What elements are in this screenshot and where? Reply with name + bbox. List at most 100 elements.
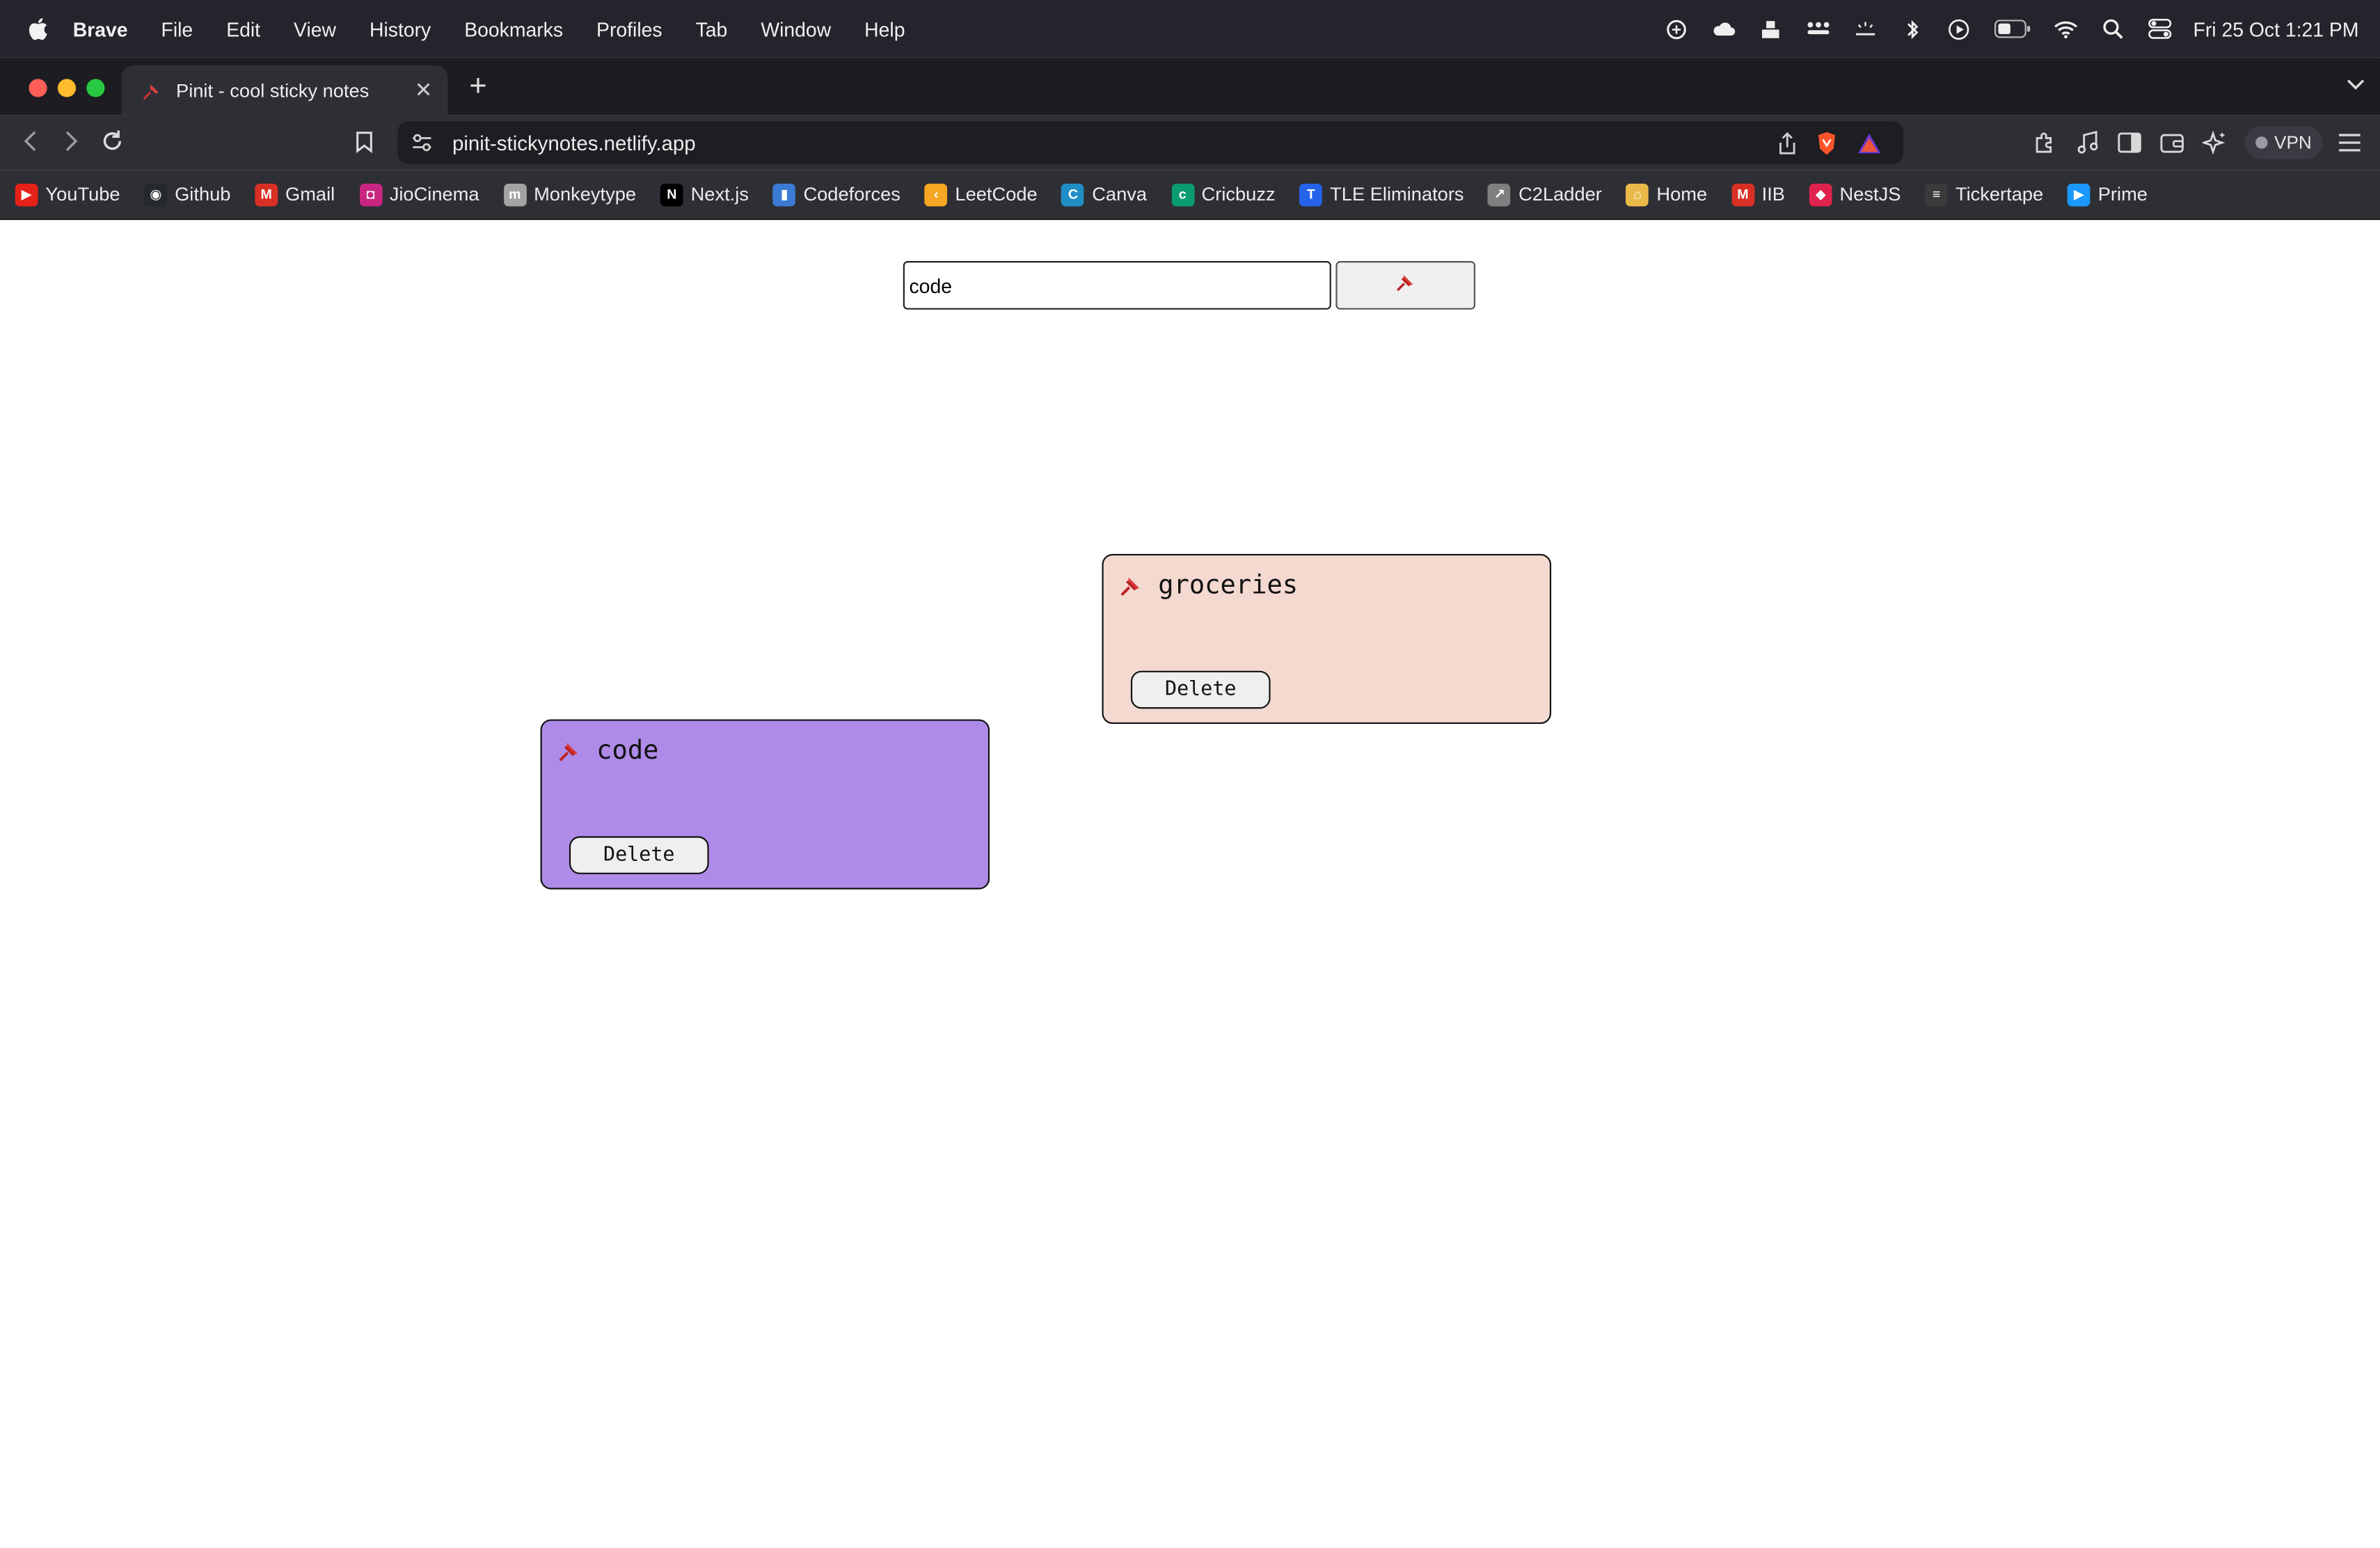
wallet-icon[interactable] bbox=[2157, 127, 2188, 158]
bookmark-gmail[interactable]: M Gmail bbox=[255, 182, 335, 206]
bookmark-label: Prime bbox=[2097, 183, 2148, 205]
hamburger-menu-icon[interactable] bbox=[2335, 127, 2365, 158]
leetcode-icon: ‹ bbox=[924, 182, 948, 206]
bookmark-canva[interactable]: C Canva bbox=[1061, 182, 1148, 206]
close-window-button[interactable] bbox=[29, 79, 47, 97]
brightness-icon[interactable] bbox=[1853, 17, 1878, 41]
bookmark-label: YouTube bbox=[45, 183, 120, 205]
bookmark-tickertape[interactable]: ≡ Tickertape bbox=[1925, 182, 2044, 206]
control-center-icon[interactable] bbox=[2148, 17, 2172, 41]
dots-icon[interactable] bbox=[1806, 17, 1830, 41]
bookmark-github[interactable]: ◉ Github bbox=[144, 182, 231, 206]
bookmark-prime[interactable]: ▶ Prime bbox=[2068, 182, 2148, 206]
bookmark-codeforces[interactable]: ▮ Codeforces bbox=[772, 182, 901, 206]
vpn-button[interactable]: VPN bbox=[2245, 125, 2323, 159]
window-controls bbox=[29, 79, 115, 97]
menu-help[interactable]: Help bbox=[864, 17, 905, 40]
bookmark-cricbuzz[interactable]: c Cricbuzz bbox=[1171, 182, 1276, 206]
bookmark-next-js[interactable]: N Next.js bbox=[660, 182, 749, 206]
extensions-icon[interactable] bbox=[2030, 127, 2061, 158]
monkeytype-icon: m bbox=[503, 182, 527, 206]
address-bar[interactable]: pinit-stickynotes.netlify.app bbox=[397, 121, 1904, 164]
menubar-clock[interactable]: Fri 25 Oct 1:21 PM bbox=[2193, 17, 2359, 40]
bookmark-label: Cricbuzz bbox=[1201, 183, 1276, 205]
pushpin-icon bbox=[1395, 271, 1416, 299]
jiocinema-icon: ◘ bbox=[359, 182, 382, 206]
delete-note-button[interactable]: Delete bbox=[569, 836, 709, 874]
tab-search-chevron-icon[interactable] bbox=[2347, 73, 2365, 96]
minimize-window-button[interactable] bbox=[57, 79, 77, 97]
reload-icon[interactable] bbox=[99, 127, 126, 155]
iib-icon: M bbox=[1731, 182, 1754, 206]
url-text[interactable]: pinit-stickynotes.netlify.app bbox=[452, 132, 1759, 155]
forward-icon[interactable] bbox=[58, 127, 85, 155]
gmail-icon: M bbox=[255, 182, 278, 206]
bookmark-label: Github bbox=[175, 183, 231, 205]
bookmark-label: C2Ladder bbox=[1518, 183, 1602, 205]
menu-view[interactable]: View bbox=[294, 17, 336, 40]
brave-rewards-icon[interactable] bbox=[1857, 132, 1882, 155]
bookmark-tle-eliminators[interactable]: T TLE Eliminators bbox=[1299, 182, 1464, 206]
zoom-window-button[interactable] bbox=[86, 79, 105, 97]
bookmark-monkeytype[interactable]: m Monkeytype bbox=[503, 182, 636, 206]
sticky-note[interactable]: groceries Delete bbox=[1102, 553, 1552, 725]
bookmark-icon[interactable] bbox=[351, 127, 378, 155]
share-icon[interactable] bbox=[1777, 131, 1797, 155]
note-text: code bbox=[596, 736, 659, 767]
macos-menu-bar: Brave File Edit View History Bookmarks P… bbox=[0, 0, 2380, 58]
browser-toolbar: pinit-stickynotes.netlify.app VPN bbox=[0, 115, 2380, 171]
menu-profiles[interactable]: Profiles bbox=[596, 17, 663, 40]
bookmark-home[interactable]: ⌂ Home bbox=[1626, 182, 1707, 206]
pushpin-favicon-icon bbox=[140, 78, 164, 102]
tle-icon: T bbox=[1299, 182, 1323, 206]
chatgpt-icon[interactable] bbox=[1665, 17, 1689, 41]
note-input[interactable] bbox=[903, 261, 1331, 310]
bookmark-jiocinema[interactable]: ◘ JioCinema bbox=[359, 182, 479, 206]
menu-history[interactable]: History bbox=[370, 17, 431, 40]
pin-note-button[interactable] bbox=[1335, 261, 1476, 310]
menu-window[interactable]: Window bbox=[761, 17, 831, 40]
bookmark-label: Canva bbox=[1092, 183, 1148, 205]
menu-app-name[interactable]: Brave bbox=[73, 17, 128, 40]
apple-logo-icon[interactable] bbox=[27, 17, 49, 41]
play-icon[interactable] bbox=[1947, 17, 1972, 41]
cloud-icon[interactable] bbox=[1712, 17, 1736, 41]
battery-icon[interactable] bbox=[1994, 17, 2031, 41]
bookmark-leetcode[interactable]: ‹ LeetCode bbox=[924, 182, 1038, 206]
nestjs-icon: ◆ bbox=[1809, 182, 1832, 206]
tab-close-icon[interactable]: ✕ bbox=[411, 77, 436, 103]
back-icon[interactable] bbox=[17, 127, 44, 155]
bookmark-c2ladder[interactable]: ↗ C2Ladder bbox=[1488, 182, 1602, 206]
bookmark-label: TLE Eliminators bbox=[1330, 183, 1464, 205]
c2ladder-icon: ↗ bbox=[1488, 182, 1512, 206]
site-settings-icon[interactable] bbox=[410, 131, 434, 155]
home-icon: ⌂ bbox=[1626, 182, 1649, 206]
github-icon: ◉ bbox=[144, 182, 168, 206]
delete-note-button[interactable]: Delete bbox=[1130, 670, 1271, 709]
bookmark-label: Gmail bbox=[285, 183, 335, 205]
brave-shields-icon[interactable] bbox=[1816, 129, 1839, 155]
wifi-icon[interactable] bbox=[2054, 17, 2078, 41]
menu-tab[interactable]: Tab bbox=[696, 17, 728, 40]
bluetooth-icon[interactable] bbox=[1901, 17, 1925, 41]
new-tab-button[interactable]: + bbox=[464, 70, 491, 104]
leo-ai-icon[interactable] bbox=[2200, 127, 2230, 158]
cricbuzz-icon: c bbox=[1171, 182, 1194, 206]
search-icon[interactable] bbox=[2100, 17, 2125, 41]
active-tab[interactable]: Pinit - cool sticky notes ✕ bbox=[121, 65, 448, 116]
menu-bookmarks[interactable]: Bookmarks bbox=[464, 17, 563, 40]
vpn-status-dot-icon bbox=[2255, 136, 2269, 149]
menu-file[interactable]: File bbox=[161, 17, 193, 40]
codeforces-icon: ▮ bbox=[772, 182, 796, 206]
bookmark-youtube[interactable]: ▶ YouTube bbox=[15, 182, 120, 206]
sidebar-toggle-icon[interactable] bbox=[2115, 127, 2145, 158]
menu-edit[interactable]: Edit bbox=[226, 17, 260, 40]
bookmark-iib[interactable]: M IIB bbox=[1731, 182, 1785, 206]
bookmark-nestjs[interactable]: ◆ NestJS bbox=[1809, 182, 1901, 206]
bookmark-label: Tickertape bbox=[1955, 183, 2044, 205]
media-icon[interactable] bbox=[2072, 127, 2103, 158]
bookmark-label: IIB bbox=[1761, 183, 1785, 205]
bookmark-label: NestJS bbox=[1839, 183, 1901, 205]
stack-icon[interactable] bbox=[1759, 17, 1784, 41]
sticky-note[interactable]: code Delete bbox=[540, 719, 990, 890]
